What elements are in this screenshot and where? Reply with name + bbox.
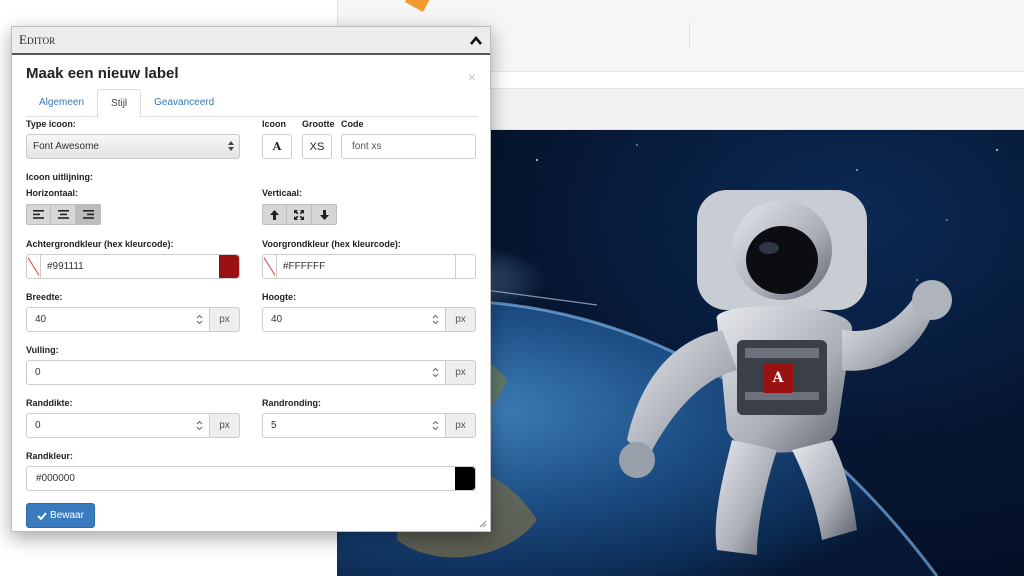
- border-radius-unit: px: [446, 413, 476, 438]
- code-label: Code: [341, 119, 364, 129]
- icon-alignment-label: Icoon uitlijning:: [26, 172, 93, 182]
- height-label: Hoogte:: [262, 292, 296, 302]
- align-top-button[interactable]: [262, 204, 287, 225]
- save-button-label: Bewaar: [50, 510, 84, 521]
- height-input[interactable]: 40: [262, 307, 446, 332]
- spinner-icon[interactable]: [196, 420, 203, 431]
- dialog-title: Maak een nieuw label: [26, 65, 179, 82]
- label-marker-preview[interactable]: A: [763, 363, 793, 393]
- vertical-label: Verticaal:: [262, 188, 303, 198]
- align-bottom-button[interactable]: [312, 204, 337, 225]
- width-input[interactable]: 40: [26, 307, 210, 332]
- size-button[interactable]: XS: [302, 134, 332, 159]
- width-value: 40: [35, 314, 47, 325]
- padding-value: 0: [35, 367, 41, 378]
- background-color-label: Achtergrondkleur (hex kleurcode):: [26, 239, 174, 249]
- spinner-icon[interactable]: [432, 367, 439, 378]
- background-color-input[interactable]: #991111: [26, 254, 240, 279]
- vertical-align-group: [262, 204, 337, 225]
- border-width-unit: px: [210, 413, 240, 438]
- horizontal-label: Horizontaal:: [26, 188, 79, 198]
- editor-header[interactable]: Editor: [12, 27, 490, 55]
- type-icon-select[interactable]: Font Awesome: [26, 134, 240, 159]
- type-icon-value: Font Awesome: [33, 141, 99, 152]
- background-color-value: #991111: [47, 261, 84, 272]
- spinner-icon[interactable]: [196, 314, 203, 325]
- padding-input[interactable]: 0: [26, 360, 446, 385]
- screen: A Editor Maak een nieuw label × Algemeen…: [0, 0, 1024, 576]
- horizontal-align-group: [26, 204, 101, 225]
- align-center-button[interactable]: [51, 204, 76, 225]
- foreground-color-swatch[interactable]: [455, 255, 475, 278]
- close-icon[interactable]: ×: [468, 69, 476, 85]
- tab-bar: Algemeen Stijl Geavanceerd: [26, 89, 478, 118]
- border-radius-value: 5: [271, 420, 277, 431]
- border-color-label: Randkleur:: [26, 451, 74, 461]
- align-left-icon: [33, 210, 44, 219]
- no-color-icon: [263, 255, 277, 278]
- padding-unit: px: [446, 360, 476, 385]
- spinner-icon[interactable]: [432, 420, 439, 431]
- align-right-icon: [82, 210, 94, 219]
- select-caret-icon: [228, 141, 234, 151]
- border-width-value: 0: [35, 420, 41, 431]
- height-unit: px: [446, 307, 476, 332]
- app-logo-icon: [405, 0, 430, 12]
- resize-grip-icon[interactable]: [479, 520, 487, 528]
- align-right-button[interactable]: [76, 204, 101, 225]
- align-middle-button[interactable]: [287, 204, 312, 225]
- icon-picker-button[interactable]: A: [262, 134, 292, 159]
- width-unit: px: [210, 307, 240, 332]
- align-center-icon: [57, 210, 69, 219]
- foreground-color-label: Voorgrondkleur (hex kleurcode):: [262, 239, 401, 249]
- type-icon-label: Type icoon:: [26, 119, 76, 129]
- arrow-down-icon: [319, 209, 329, 220]
- editor-window: Editor Maak een nieuw label × Algemeen S…: [11, 26, 491, 532]
- check-icon: [37, 511, 47, 520]
- arrow-up-icon: [270, 209, 279, 220]
- code-input[interactable]: font xs: [341, 134, 476, 159]
- editor-title: Editor: [19, 32, 56, 47]
- tab-algemeen[interactable]: Algemeen: [26, 89, 97, 117]
- border-width-label: Randdikte:: [26, 398, 73, 408]
- expand-icon: [294, 209, 304, 220]
- align-left-button[interactable]: [26, 204, 51, 225]
- border-radius-input[interactable]: 5: [262, 413, 446, 438]
- border-color-input[interactable]: #000000: [26, 466, 476, 491]
- size-label: Grootte: [302, 119, 335, 129]
- height-value: 40: [271, 314, 283, 325]
- tab-geavanceerd[interactable]: Geavanceerd: [141, 89, 227, 117]
- border-width-input[interactable]: 0: [26, 413, 210, 438]
- width-label: Breedte:: [26, 292, 63, 302]
- tab-stijl[interactable]: Stijl: [97, 89, 142, 118]
- icon-label: Icoon: [262, 119, 286, 129]
- background-color-swatch[interactable]: [219, 255, 239, 278]
- save-button[interactable]: Bewaar: [26, 503, 95, 528]
- foreground-color-input[interactable]: #FFFFFF: [262, 254, 476, 279]
- foreground-color-value: #FFFFFF: [283, 261, 326, 272]
- border-color-swatch[interactable]: [455, 467, 475, 490]
- spinner-icon[interactable]: [432, 314, 439, 325]
- padding-label: Vulling:: [26, 345, 59, 355]
- border-color-value: #000000: [36, 473, 75, 484]
- toolbar-divider: [689, 22, 690, 48]
- border-radius-label: Randronding:: [262, 398, 321, 408]
- no-color-icon: [27, 255, 41, 278]
- chevron-up-icon[interactable]: [468, 33, 484, 49]
